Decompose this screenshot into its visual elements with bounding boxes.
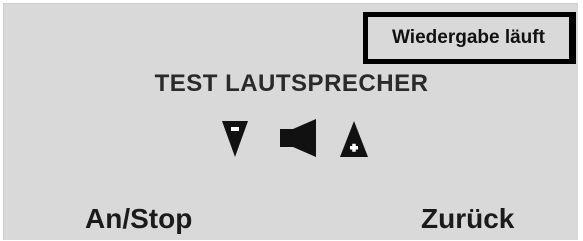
speaker-button[interactable]	[280, 119, 318, 157]
volume-down-button[interactable]	[222, 121, 248, 157]
volume-up-icon	[340, 121, 368, 157]
volume-controls	[0, 119, 583, 165]
screen-title: TEST LAUTSPRECHER	[154, 70, 429, 97]
volume-up-button[interactable]	[340, 121, 368, 157]
playback-status-box: Wiedergabe läuft	[363, 12, 576, 64]
back-softkey[interactable]: Zurück	[421, 203, 514, 235]
on-stop-softkey[interactable]: An/Stop	[85, 203, 192, 235]
playback-status-text: Wiedergabe läuft	[392, 27, 545, 48]
volume-down-icon	[222, 121, 248, 157]
speaker-icon	[280, 119, 316, 157]
